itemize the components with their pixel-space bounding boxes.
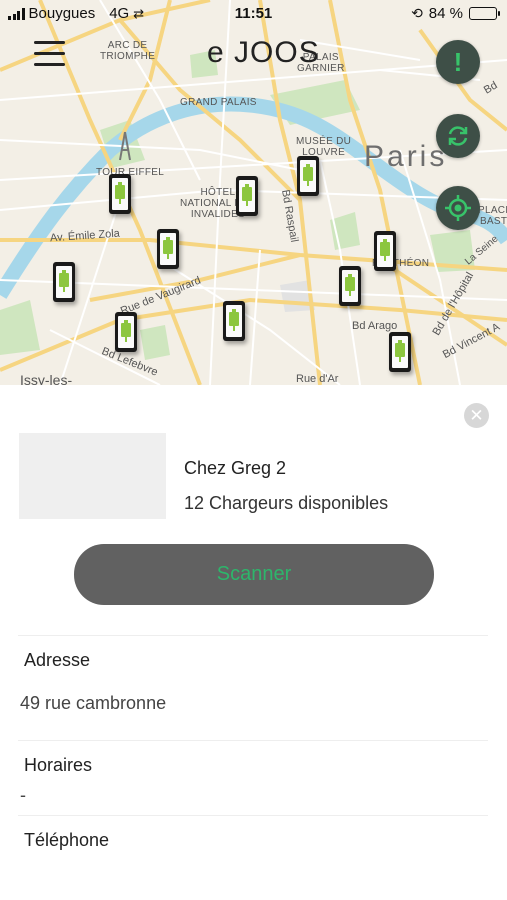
charger-battery-icon (118, 316, 134, 348)
chargers-available: 12 Chargeurs disponibles (184, 493, 389, 513)
charger-marker[interactable] (236, 176, 258, 216)
charger-marker[interactable] (297, 156, 319, 196)
charger-battery-icon (392, 336, 408, 368)
menu-line (34, 63, 65, 66)
charger-marker[interactable] (339, 266, 361, 306)
refresh-button[interactable] (436, 114, 480, 158)
charger-marker[interactable] (53, 262, 75, 302)
charger-battery-icon (160, 233, 176, 265)
label-musee-louvre: MUSÉE DU LOUVRE (296, 136, 352, 158)
app-logo: e JOOS (207, 36, 320, 69)
charger-marker[interactable] (223, 301, 245, 341)
menu-button[interactable] (34, 41, 65, 69)
charger-battery-icon (342, 270, 358, 302)
charger-marker[interactable] (115, 312, 137, 352)
charger-battery-icon (226, 305, 242, 337)
charger-battery-icon (300, 160, 316, 192)
charger-marker[interactable] (157, 229, 179, 269)
street-issy: Issy-les- (20, 372, 73, 385)
charger-battery-icon (377, 235, 393, 267)
street-arago: Bd Arago (352, 320, 398, 332)
street-rue-arago: Rue d'Ar (296, 373, 339, 385)
charger-battery-icon (56, 266, 72, 298)
charger-battery-icon (112, 178, 128, 210)
menu-line (34, 52, 65, 55)
city-label: Paris (364, 140, 448, 173)
label-place-bastille: PLACEBASTI (478, 205, 507, 227)
place-detail-sheet: ✕ Chez Greg 2 12 Chargeurs disponibles S… (0, 385, 507, 900)
place-name: Chez Greg 2 (184, 458, 287, 478)
label-grand-palais: GRAND PALAIS (180, 97, 257, 108)
address-value: 49 rue cambronne (20, 693, 167, 713)
menu-line (34, 41, 65, 44)
hours-label: Horaires (24, 755, 93, 775)
charger-battery-icon (239, 180, 255, 212)
map-view[interactable]: ARC DE TRIOMPHE PALAIS GARNIER GRAND PALAI… (0, 0, 507, 385)
locate-icon (445, 195, 471, 221)
charger-marker[interactable] (389, 332, 411, 372)
address-label: Adresse (24, 650, 91, 670)
orientation-lock-icon: ⟲ (411, 5, 423, 21)
refresh-icon (448, 126, 468, 146)
locate-button[interactable] (436, 186, 480, 230)
charger-marker[interactable] (109, 174, 131, 214)
alert-icon: ! (453, 46, 463, 77)
divider (18, 815, 488, 816)
charger-marker[interactable] (374, 231, 396, 271)
status-right: ⟲ 84 % (411, 5, 500, 22)
battery-percent: 84 % (428, 5, 463, 22)
close-button[interactable]: ✕ (464, 403, 489, 428)
label-arc-de-triomphe: ARC DE TRIOMPHE (100, 40, 156, 62)
battery-icon (469, 7, 500, 20)
place-thumbnail (19, 433, 166, 519)
divider (18, 635, 488, 636)
alert-button[interactable]: ! (436, 40, 480, 84)
scan-button[interactable]: Scanner (74, 544, 434, 605)
status-bar: Bouygues 4G ⇄ 11:51 ⟲ 84 % (0, 0, 507, 28)
phone-label: Téléphone (24, 830, 110, 850)
hours-value: - (20, 785, 26, 805)
divider (18, 740, 488, 741)
